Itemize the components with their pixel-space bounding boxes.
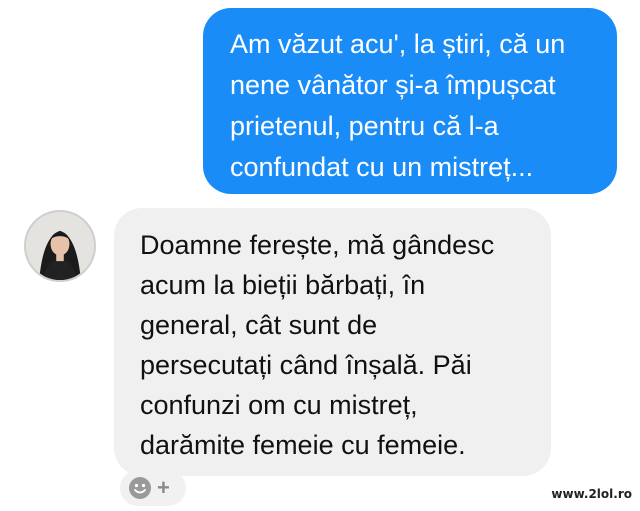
watermark: www.2lol.ro <box>551 487 632 501</box>
incoming-message-text: Doamne ferește, mă gândesc acum la bieți… <box>140 230 495 460</box>
avatar[interactable] <box>24 210 96 282</box>
outgoing-message-bubble[interactable]: Am văzut acu', la știri, că un nene vână… <box>203 8 617 194</box>
avatar-photo <box>26 212 94 280</box>
plus-icon: + <box>157 475 170 500</box>
incoming-message-bubble[interactable]: Doamne ferește, mă gândesc acum la bieți… <box>114 208 551 476</box>
add-reaction-button[interactable]: + <box>120 470 186 506</box>
smile-icon <box>129 477 151 499</box>
outgoing-message-text: Am văzut acu', la știri, că un nene vână… <box>230 29 566 182</box>
